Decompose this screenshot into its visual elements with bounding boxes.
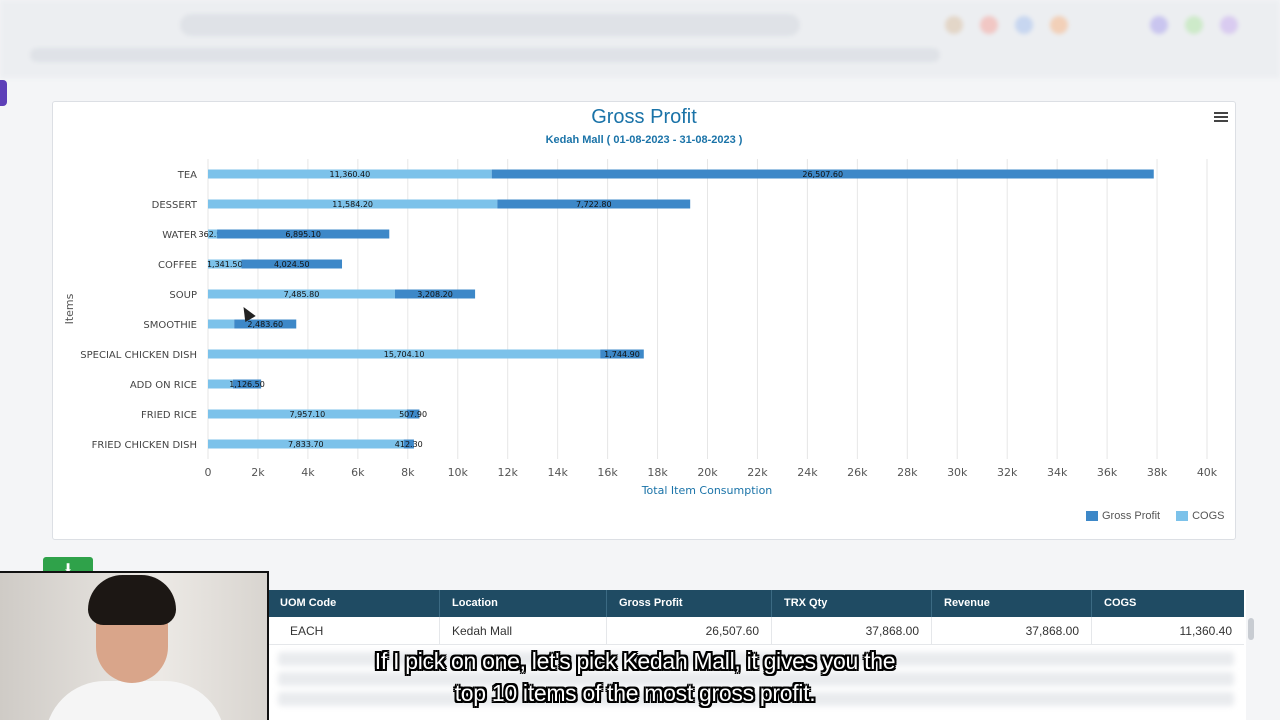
cell-gross-profit: 26,507.60 [607,617,772,644]
bookmarks-bar[interactable] [30,48,940,62]
extension-icon[interactable] [945,16,963,34]
column-header-trx-qty[interactable]: TRX Qty [772,590,932,617]
chart-card [52,101,1236,540]
presenter-hair [88,575,176,625]
cell-trx-qty: 37,868.00 [772,617,932,644]
column-header-cogs[interactable]: COGS [1092,590,1244,617]
extension-icon[interactable] [1150,16,1168,34]
legend-item-cogs[interactable]: COGS [1176,510,1224,522]
address-bar[interactable] [180,14,800,36]
webcam-overlay [0,571,269,720]
chart-legend: Gross Profit COGS [1086,510,1224,522]
caption-line-2: top 10 items of the most gross profit. [454,680,816,706]
column-header-gross-profit[interactable]: Gross Profit [607,590,772,617]
table-scrollbar[interactable] [1248,618,1254,640]
table-row[interactable]: EACH Kedah Mall 26,507.60 37,868.00 37,8… [268,617,1244,645]
legend-label-cogs: COGS [1192,510,1225,522]
table-header: UOM Code Location Gross Profit TRX Qty R… [268,590,1244,617]
legend-label-gross-profit: Gross Profit [1102,510,1161,522]
extension-icon[interactable] [980,16,998,34]
legend-item-gross-profit[interactable]: Gross Profit [1086,510,1160,522]
extension-icon[interactable] [1220,16,1238,34]
column-header-uom-code[interactable]: UOM Code [268,590,440,617]
extension-icon[interactable] [1185,16,1203,34]
sidebar-toggle[interactable] [0,80,7,106]
extension-icon[interactable] [1050,16,1068,34]
cell-cogs: 11,360.40 [1179,624,1233,638]
browser-chrome [0,0,1280,78]
cell-location: Kedah Mall [440,617,607,644]
cell-revenue: 37,868.00 [932,617,1092,644]
cell-uom-code: EACH [268,617,440,644]
chart-title: Gross Profit [591,106,697,128]
column-header-location[interactable]: Location [440,590,607,617]
column-header-revenue[interactable]: Revenue [932,590,1092,617]
extension-icon[interactable] [1015,16,1033,34]
legend-swatch-cogs [1176,511,1189,521]
caption-line-1: If I pick on one, let's pick Kedah Mall,… [374,648,896,674]
chart-subtitle: Kedah Mall ( 01-08-2023 - 31-08-2023 ) [545,134,743,146]
legend-swatch-gross-profit [1086,511,1098,521]
